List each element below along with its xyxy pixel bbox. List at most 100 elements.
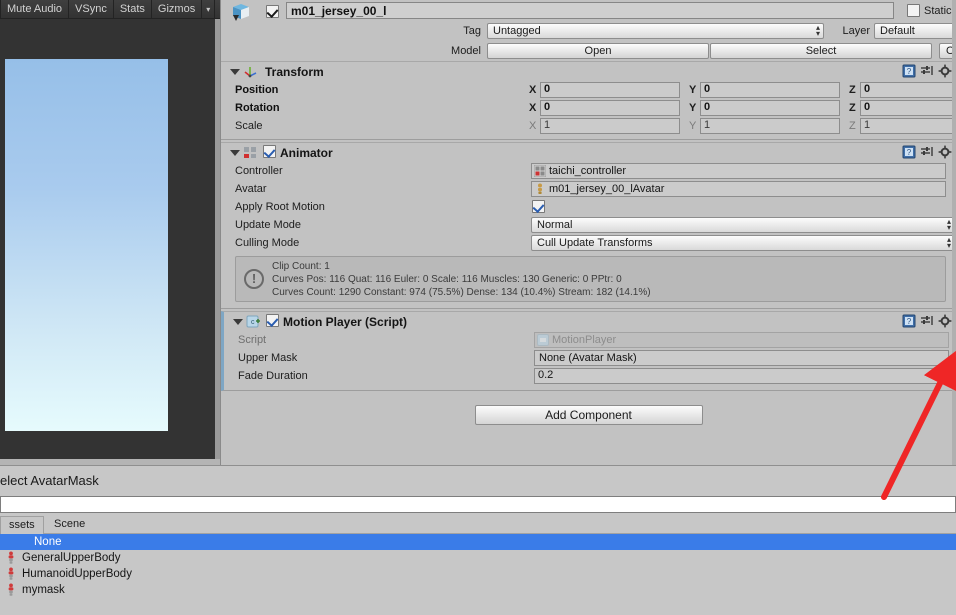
controller-object-field[interactable]: taichi_controller: [531, 163, 946, 179]
static-toggle[interactable]: Static ▾: [907, 4, 956, 17]
model-label: Model: [451, 45, 481, 57]
static-label: Static: [924, 4, 952, 17]
stats-button[interactable]: Stats: [113, 0, 152, 18]
rotation-z-field[interactable]: 0: [860, 100, 956, 116]
avatar-mask-icon: [8, 583, 14, 596]
transform-axes-icon: [244, 67, 257, 78]
axis-y-label: Y: [689, 120, 697, 132]
inspector-panel: m01_jersey_00_l Static ▾ Tag Untagged ▴▾…: [220, 0, 956, 465]
axis-z-label: Z: [849, 120, 856, 132]
cs-script-icon: [537, 334, 549, 346]
motion-player-foldout-icon[interactable]: [232, 316, 244, 328]
scale-label: Scale: [235, 120, 263, 132]
avatar-label: Avatar: [235, 183, 267, 195]
rotation-label: Rotation: [235, 102, 280, 114]
rotation-x-field[interactable]: 0: [540, 100, 680, 116]
scale-x-field[interactable]: 1: [540, 118, 680, 134]
axis-y-label: Y: [689, 84, 697, 96]
position-x-field[interactable]: 0: [540, 82, 680, 98]
animator-row-update-mode: Update Mode Normal ▴ ▾: [221, 216, 956, 234]
animator-row-apply-root-motion: Apply Root Motion: [221, 198, 956, 216]
motion-player-header[interactable]: c Motion Player (Script) ?: [224, 312, 956, 331]
help-book-icon[interactable]: ?: [902, 64, 916, 78]
motion-player-enabled-checkbox[interactable]: [266, 313, 279, 330]
transform-header-icons: ?: [902, 64, 952, 78]
scale-vector3: X1 Y1 Z1: [529, 118, 956, 134]
layer-dropdown[interactable]: Default ▴▾: [874, 23, 956, 39]
transform-header[interactable]: Transform ?: [221, 62, 956, 81]
preset-icon[interactable]: [920, 314, 934, 328]
position-y-field[interactable]: 0: [700, 82, 840, 98]
model-select-button[interactable]: Select: [710, 43, 932, 59]
help-book-icon[interactable]: ?: [902, 145, 916, 159]
gizmos-button[interactable]: Gizmos: [151, 0, 203, 18]
game-view-toolbar: Mute Audio VSync Stats Gizmos ▾: [0, 0, 220, 19]
mute-audio-label: Mute Audio: [7, 3, 63, 15]
static-checkbox[interactable]: [907, 4, 920, 17]
tag-dropdown[interactable]: Untagged ▴ ▾: [487, 23, 824, 39]
apply-root-motion-label: Apply Root Motion: [235, 201, 325, 213]
script-label: Script: [238, 334, 267, 346]
component-menu-icon[interactable]: [938, 314, 952, 328]
animator-enabled-checkbox[interactable]: [263, 144, 276, 161]
tab-assets[interactable]: ssets: [0, 516, 44, 534]
component-menu-icon[interactable]: [938, 145, 952, 159]
list-item-label: mymask: [22, 584, 65, 596]
cs-script-icon: c: [246, 315, 260, 328]
picker-search-input[interactable]: [0, 496, 956, 513]
component-animator: Animator ? Controller taichi_controller …: [221, 142, 956, 309]
motion-player-row-upper-mask: Upper Mask None (Avatar Mask): [224, 349, 956, 367]
list-item-none[interactable]: None: [0, 534, 956, 550]
game-view-panel: Mute Audio VSync Stats Gizmos ▾: [0, 0, 220, 465]
motion-player-header-icons: ?: [902, 314, 952, 328]
upper-mask-object-field[interactable]: None (Avatar Mask): [534, 350, 949, 366]
avatar-object-field[interactable]: m01_jersey_00_lAvatar: [531, 181, 946, 197]
gizmos-dropdown-icon[interactable]: ▾: [202, 0, 216, 18]
model-open-button[interactable]: Open: [487, 43, 709, 59]
culling-mode-value: Cull Update Transforms: [537, 237, 653, 249]
position-label: Position: [235, 84, 279, 96]
help-book-icon[interactable]: ?: [902, 314, 916, 328]
animator-icon: [244, 147, 256, 158]
list-item-humanoid-upper-body[interactable]: HumanoidUpperBody: [0, 566, 956, 582]
mute-audio-button[interactable]: Mute Audio: [0, 0, 70, 18]
vsync-button[interactable]: VSync: [69, 0, 114, 18]
update-mode-dropdown[interactable]: Normal ▴ ▾: [531, 217, 955, 233]
fade-duration-field[interactable]: 0.2: [534, 368, 949, 384]
component-transform: Transform ? Position X 0 Y 0 Z 0 Rotatio…: [221, 61, 956, 140]
scale-y-field[interactable]: 1: [700, 118, 840, 134]
animator-foldout-icon[interactable]: [229, 147, 241, 159]
preset-icon[interactable]: [920, 145, 934, 159]
info-line-1: Clip Count: 1: [272, 261, 330, 272]
culling-mode-dropdown[interactable]: Cull Update Transforms ▴ ▾: [531, 235, 955, 251]
update-mode-label: Update Mode: [235, 219, 302, 231]
avatar-value: m01_jersey_00_lAvatar: [549, 182, 665, 195]
gameobject-name-field[interactable]: m01_jersey_00_l: [286, 2, 894, 19]
scale-z-field[interactable]: 1: [860, 118, 956, 134]
axis-z-label: Z: [849, 102, 856, 114]
animator-header-icons: ?: [902, 145, 952, 159]
prefab-cube-icon[interactable]: [231, 3, 253, 23]
apply-root-motion-checkbox[interactable]: [532, 200, 545, 216]
motion-player-row-script: Script MotionPlayer: [224, 331, 956, 349]
position-z-field[interactable]: 0: [860, 82, 956, 98]
list-item-general-upper-body[interactable]: GeneralUpperBody: [0, 550, 956, 566]
info-line-2: Curves Pos: 116 Quat: 116 Euler: 0 Scale…: [272, 274, 622, 285]
game-view-render-area[interactable]: [0, 19, 220, 465]
picker-tabs: ssets Scene: [0, 516, 956, 534]
transform-row-scale: Scale X1 Y1 Z1: [221, 117, 956, 135]
animator-header[interactable]: Animator ?: [221, 143, 956, 162]
preset-icon[interactable]: [920, 64, 934, 78]
component-menu-icon[interactable]: [938, 64, 952, 78]
tab-scene[interactable]: Scene: [46, 516, 93, 534]
transform-foldout-icon[interactable]: [229, 66, 241, 78]
svg-text:c: c: [251, 319, 255, 326]
animator-title: Animator: [280, 145, 333, 160]
tag-value: Untagged: [493, 25, 541, 37]
gameobject-enabled-checkbox[interactable]: [266, 5, 279, 21]
inspector-scrollbar[interactable]: [952, 0, 956, 465]
list-item-mymask[interactable]: mymask: [0, 582, 956, 598]
rotation-y-field[interactable]: 0: [700, 100, 840, 116]
add-component-button[interactable]: Add Component: [474, 405, 703, 425]
axis-x-label: X: [529, 102, 537, 114]
